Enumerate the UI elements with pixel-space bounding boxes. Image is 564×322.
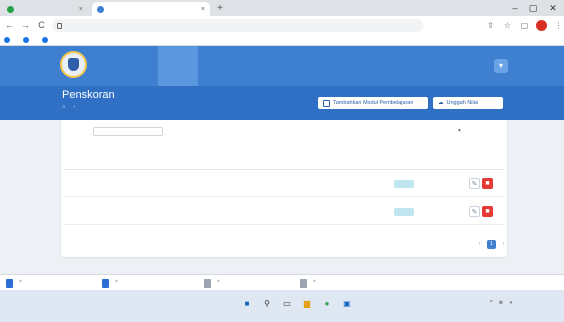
image-file-icon — [204, 278, 211, 288]
upload-cloud-icon: ☁ — [438, 100, 444, 106]
chrome-icon[interactable]: ● — [320, 297, 334, 311]
document-icon — [323, 99, 330, 107]
breadcrumb: ⌂ › — [62, 104, 79, 110]
status-badge — [394, 180, 414, 188]
upload-scores-button[interactable]: ☁ Unggah Nilai — [433, 97, 503, 109]
home-icon[interactable]: ⌂ — [62, 104, 65, 110]
user-menu-button[interactable]: ▾ — [494, 59, 508, 73]
table-row: ✎ ■ — [64, 199, 504, 225]
image-file-icon — [300, 278, 307, 288]
edit-button[interactable]: ✎ — [469, 178, 480, 189]
task-view-icon[interactable]: ▭ — [280, 297, 294, 311]
site-favicon-icon — [97, 5, 104, 13]
whatsapp-icon — [7, 5, 14, 13]
close-icon[interactable]: × — [201, 6, 205, 13]
wifi-icon[interactable]: ≋ — [499, 300, 504, 306]
extensions-icon[interactable]: ▢ — [519, 20, 530, 31]
reload-button[interactable]: C — [35, 19, 48, 32]
logo-emblem-icon — [68, 58, 79, 71]
maximize-button[interactable]: ▢ — [526, 2, 540, 14]
bookmark-icon — [4, 37, 10, 43]
add-module-button[interactable]: Tambahkan Modul Pembelajaran — [318, 97, 428, 109]
back-button[interactable]: ← — [3, 19, 16, 32]
ministry-logo[interactable] — [60, 51, 87, 78]
close-icon[interactable]: × — [79, 6, 83, 13]
browser-tab[interactable]: × — [2, 2, 88, 16]
browser-tab-bar: × × + – ▢ ✕ — [0, 0, 564, 16]
chevron-up-icon[interactable]: ^ — [490, 300, 493, 306]
app-header: ▾ — [0, 46, 564, 86]
chevron-up-icon[interactable]: ^ — [313, 280, 316, 286]
star-icon[interactable]: ☆ — [502, 20, 513, 31]
download-item[interactable]: ^ — [204, 278, 220, 288]
downloads-bar: ^ ^ ^ ^ — [0, 274, 564, 290]
page-title: Penskoran — [62, 89, 115, 101]
delete-button[interactable]: ■ — [482, 178, 493, 189]
bookmark-item[interactable] — [23, 37, 32, 43]
address-bar-row: ← → C ⇪ ☆ ▢ ⋮ — [0, 16, 564, 35]
profile-avatar[interactable] — [536, 20, 547, 31]
table-row: ✎ ■ — [64, 171, 504, 197]
taskbar-apps: ■ ⚲ ▭ ▆ ● ▣ — [240, 297, 354, 311]
nav-item[interactable] — [102, 46, 132, 86]
minimize-button[interactable]: – — [508, 2, 522, 14]
status-badge — [394, 208, 414, 216]
search-icon[interactable]: ⚲ — [260, 297, 274, 311]
table-header — [64, 146, 504, 170]
share-icon[interactable]: ⇪ — [485, 20, 496, 31]
windows-start-icon[interactable]: ■ — [240, 297, 254, 311]
delete-button[interactable]: ■ — [482, 206, 493, 217]
nav-item[interactable] — [314, 46, 348, 86]
nav-item-active[interactable] — [158, 46, 198, 86]
chevron-up-icon[interactable]: ^ — [115, 280, 118, 286]
lock-icon — [57, 22, 62, 29]
chevron-up-icon[interactable]: ^ — [217, 280, 220, 286]
download-item[interactable]: ^ — [300, 278, 316, 288]
prev-page-button[interactable]: ‹ — [475, 240, 484, 249]
nav-item[interactable] — [198, 46, 232, 86]
chevron-up-icon[interactable]: ^ — [19, 280, 22, 286]
next-page-button[interactable]: › — [499, 240, 508, 249]
menu-icon[interactable]: ⋮ — [553, 20, 564, 31]
forward-button[interactable]: → — [19, 19, 32, 32]
nav-item[interactable] — [270, 46, 310, 86]
bookmarks-bar — [0, 35, 564, 46]
url-input[interactable] — [52, 19, 423, 32]
breadcrumb-separator: › — [73, 104, 76, 110]
search-input[interactable] — [93, 127, 163, 136]
system-tray: ^ ≋ ◖ — [490, 300, 513, 306]
download-item[interactable]: ^ — [102, 278, 118, 288]
store-icon[interactable]: ▣ — [340, 297, 354, 311]
bookmark-icon — [42, 37, 48, 43]
bookmark-icon — [23, 37, 29, 43]
bookmark-item[interactable] — [4, 37, 13, 43]
browser-tab-active[interactable]: × — [92, 2, 210, 16]
chevron-down-icon: ▾ — [458, 128, 461, 134]
new-tab-button[interactable]: + — [214, 3, 226, 15]
pdf-file-icon — [6, 278, 13, 288]
close-window-button[interactable]: ✕ — [546, 2, 560, 14]
bookmark-item[interactable] — [42, 37, 51, 43]
pagination: ‹ 1 › — [475, 240, 508, 249]
page-button-current[interactable]: 1 — [487, 240, 496, 249]
edit-button[interactable]: ✎ — [469, 206, 480, 217]
file-explorer-icon[interactable]: ▆ — [300, 297, 314, 311]
sort-dropdown[interactable]: ▾ — [458, 128, 461, 134]
download-item[interactable]: ^ — [6, 278, 22, 288]
nav-item[interactable] — [234, 46, 264, 86]
pdf-file-icon — [102, 278, 109, 288]
volume-icon[interactable]: ◖ — [509, 300, 512, 306]
